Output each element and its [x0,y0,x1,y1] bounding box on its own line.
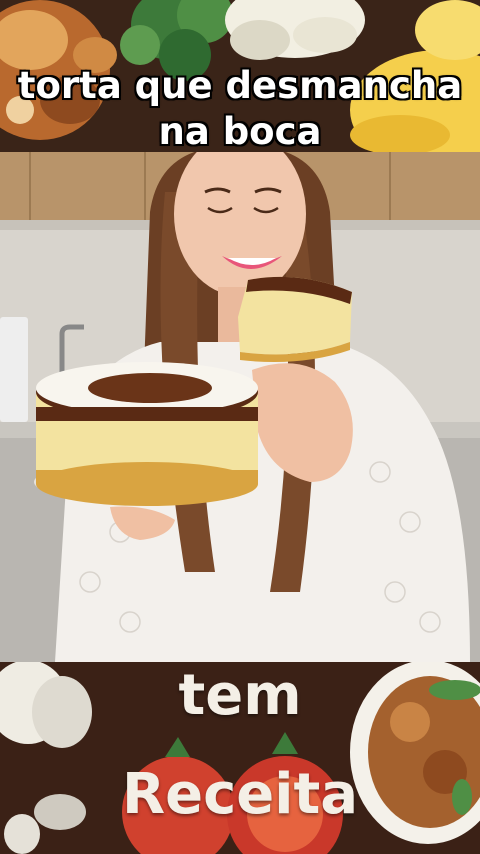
main-photo [0,152,480,662]
top-banner: torta que desmancha na boca [0,0,480,152]
whole-cake [34,362,258,506]
footer-word-receita: Receita [121,762,359,827]
caption-line-2: na boca [158,110,322,152]
footer-word-tem: tem [178,663,302,728]
photo-illustration [0,152,480,662]
cake-slice [238,276,352,363]
video-frame: torta que desmancha na boca tem Receita [0,0,480,854]
caption-line-1: torta que desmancha [17,64,463,107]
appliance [0,317,28,422]
